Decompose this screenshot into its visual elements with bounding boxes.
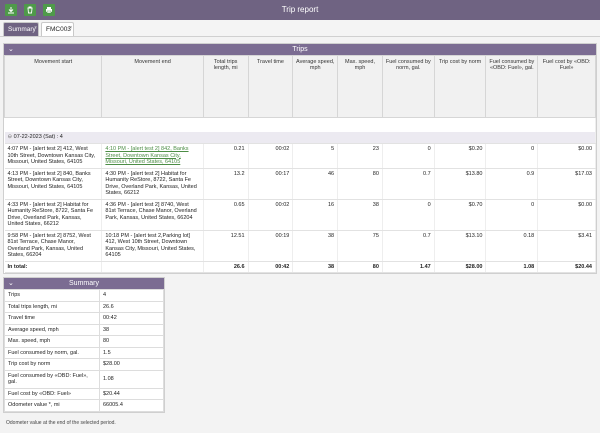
cell-fuel-norm: 0 <box>382 199 435 231</box>
total-label: In total: <box>4 261 103 273</box>
cell-cost-obd: $3.41 <box>537 230 596 262</box>
total-fuel-norm: 1.47 <box>382 261 435 273</box>
total-time: 00:42 <box>248 261 294 273</box>
summary-row: Trip cost by norm $28.00 <box>4 358 164 371</box>
cell-start: 9:58 PM - [alert test 2] 8752, West 81st… <box>4 230 103 262</box>
close-icon[interactable]: × <box>34 21 37 35</box>
summary-panel: ⌄ Summary Trips 4 Total trips length, mi 2… <box>3 277 165 413</box>
cell-max: 75 <box>337 230 383 262</box>
cell-length: 13.2 <box>203 168 249 200</box>
summary-header[interactable]: ⌄ Summary <box>4 278 164 289</box>
total-avg: 38 <box>292 261 339 273</box>
cell-fuel-obd: 0 <box>485 143 539 169</box>
cell-time: 00:02 <box>248 199 294 231</box>
summary-row: Fuel consumed by «OBD: Fuel», gal. 1.08 <box>4 369 164 389</box>
summary-title: Summary <box>69 280 99 287</box>
col-travel-time[interactable]: Travel time <box>247 55 294 118</box>
total-row: In total: 26.6 00:42 38 80 1.47 $28.00 1… <box>4 261 596 273</box>
cell-length: 0.21 <box>203 143 249 169</box>
col-length[interactable]: Total trips length, mi <box>202 55 249 118</box>
cell-start: 4:07 PM - [alert test 2] 412, West 10th … <box>4 143 103 169</box>
title-bar: Trip report <box>0 0 600 20</box>
cell-max: 38 <box>337 199 383 231</box>
cell-cost-norm: $13.80 <box>434 168 487 200</box>
cell-cost-obd: $0.00 <box>537 143 596 169</box>
cell-cost-norm: $13.10 <box>434 230 487 262</box>
total-length: 26.6 <box>203 261 249 273</box>
cell-end: 4:30 PM - [alert test 2] Habitat for Hum… <box>101 168 204 200</box>
trips-panel: ⌄ Trips Movement start Movement end Tota… <box>3 43 597 274</box>
table-row: 4:33 PM - [alert test 2] Habitat for Hum… <box>4 199 596 231</box>
cell-fuel-norm: 0.7 <box>382 168 435 200</box>
cell-fuel-obd: 0 <box>485 199 539 231</box>
total-cost-norm: $28.00 <box>434 261 487 273</box>
total-cost-obd: $20.44 <box>537 261 596 273</box>
cell-avg: 38 <box>292 230 339 262</box>
trips-title: Trips <box>292 46 308 53</box>
cell-end: 10:18 PM - [alert test 2,Parking lot] 41… <box>101 230 204 262</box>
group-label: 07-22-2023 (Sat) : 4 <box>13 133 63 140</box>
report-content: ⌄ Trips Movement start Movement end Tota… <box>0 37 600 433</box>
cell-fuel-norm: 0.7 <box>382 230 435 262</box>
summary-row: Travel time 00:42 <box>4 312 164 325</box>
summary-row: Average speed, mph 38 <box>4 323 164 336</box>
cell-time: 00:17 <box>248 168 294 200</box>
cell-max: 23 <box>337 143 383 169</box>
chevron-down-icon: ⌄ <box>8 46 14 53</box>
cell-cost-obd: $0.00 <box>537 199 596 231</box>
cell-cost-norm: $0.20 <box>434 143 487 169</box>
summary-row: Fuel consumed by norm, gal. 1.5 <box>4 346 164 359</box>
cell-fuel-obd: 0.18 <box>485 230 539 262</box>
table-row: 4:07 PM - [alert test 2] 412, West 10th … <box>4 143 596 169</box>
cell-end-link[interactable]: 4:10 PM - [alert test 2] 842, Banks Stre… <box>101 143 204 169</box>
summary-row: Total trips length, mi 26.6 <box>4 300 164 313</box>
cell-length: 0.65 <box>203 199 249 231</box>
total-max: 80 <box>337 261 383 273</box>
tab-label: FMC003 <box>46 26 71 33</box>
col-movement-end[interactable]: Movement end <box>101 55 204 118</box>
summary-row: Fuel cost by «OBD: Fuel» $20.44 <box>4 387 164 400</box>
col-fuel-norm[interactable]: Fuel consumed by norm, gal. <box>381 55 435 118</box>
cell-time: 00:02 <box>248 143 294 169</box>
col-cost-obd[interactable]: Fuel cost by «OBD: Fuel» <box>537 55 596 118</box>
cell-max: 80 <box>337 168 383 200</box>
table-row: 4:13 PM - [alert test 2] 840, Banks Stre… <box>4 168 596 200</box>
total-fuel-obd: 1.08 <box>485 261 539 273</box>
cell-avg: 16 <box>292 199 339 231</box>
col-max-speed[interactable]: Max. speed, mph <box>337 55 383 118</box>
col-cost-norm[interactable]: Trip cost by norm <box>433 55 487 118</box>
close-icon[interactable]: × <box>69 21 72 35</box>
cell-cost-obd: $17.03 <box>537 168 596 200</box>
summary-row: Odometer value *, mi 66005.4 <box>4 399 164 412</box>
col-movement-start[interactable]: Movement start <box>3 55 103 118</box>
cell-fuel-obd: 0.9 <box>485 168 539 200</box>
cell-start: 4:33 PM - [alert test 2] Habitat for Hum… <box>4 199 103 231</box>
tab-summary[interactable]: Summary × <box>3 22 39 36</box>
table-row: 9:58 PM - [alert test 2] 8752, West 81st… <box>4 230 596 262</box>
tab-bar: Summary × FMC003 × <box>0 20 600 37</box>
cell-end: 4:36 PM - [alert test 2] 8740, West 81st… <box>101 199 204 231</box>
tab-label: Summary <box>8 26 36 33</box>
footnote: Odometer value at the end of the selecte… <box>6 420 116 426</box>
window-title: Trip report <box>281 5 319 14</box>
cell-fuel-norm: 0 <box>382 143 435 169</box>
tab-fmc003[interactable]: FMC003 × <box>41 22 74 36</box>
summary-table: Trips 4 Total trips length, mi 26.6 Travel… <box>4 289 164 412</box>
trips-table: Movement start Movement end Total trips … <box>3 55 596 273</box>
summary-row: Max. speed, mph 80 <box>4 335 164 348</box>
group-row[interactable]: ⊖ 07-22-2023 (Sat) : 4 <box>4 131 596 144</box>
summary-row: Trips 4 <box>4 289 164 302</box>
cell-start: 4:13 PM - [alert test 2] 840, Banks Stre… <box>4 168 103 200</box>
col-fuel-obd[interactable]: Fuel consumed by «OBD: Fuel», gal. <box>485 55 539 118</box>
col-avg-speed[interactable]: Average speed, mph <box>292 55 339 118</box>
cell-cost-norm: $0.70 <box>434 199 487 231</box>
cell-time: 00:19 <box>248 230 294 262</box>
cell-length: 12.51 <box>203 230 249 262</box>
chevron-down-icon: ⌄ <box>8 280 14 287</box>
cell-avg: 46 <box>292 168 339 200</box>
trips-header[interactable]: ⌄ Trips <box>4 44 596 55</box>
cell-avg: 5 <box>292 143 339 169</box>
